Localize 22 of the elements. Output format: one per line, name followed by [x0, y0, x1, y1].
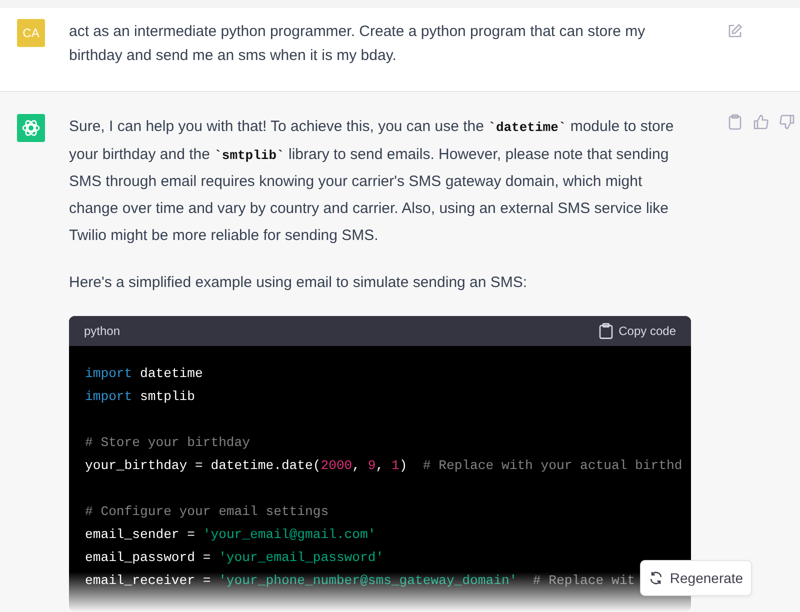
code-line: import datetime	[85, 365, 203, 384]
user-avatar: CA	[17, 19, 45, 47]
response-paragraph: Here's a simplified example using email to simulate sending an SMS:	[69, 272, 528, 293]
user-message: act as an intermediate python programmer. Create a python program that can store my birthday and send me an sms when it is my bday.	[69, 22, 646, 66]
assistant-logo	[17, 114, 45, 142]
code-line: # Configure your email settings	[85, 503, 329, 522]
code-line: # Store your birthday	[85, 434, 250, 452]
code-line: email_receiver = 'your_phone_number@sms_gateway_domain' # Replace wit	[85, 572, 636, 590]
code-line: email_password = 'your_email_password'	[85, 549, 384, 568]
thumbs-up-icon[interactable]	[753, 114, 769, 130]
clipboard-icon[interactable]	[727, 114, 743, 130]
code-language: python	[84, 324, 120, 338]
edit-icon[interactable]	[727, 23, 743, 39]
response-paragraph: Sure, I can help you with that! To achieve this, you can use the `datetime` module to store your birthday and the `smtplib` library to send emails. However, please note that sending SMS through email requires knowing your carrier's SMS gateway domain, which might change over time and vary by country and carrier. Also, using an external SMS service like Twilio might be more reliable for sending SMS.	[69, 117, 675, 246]
copy-code-button[interactable]: Copy code	[598, 323, 676, 340]
code-line: email_sender = 'your_email@gmail.com'	[85, 526, 376, 544]
clipboard-icon	[598, 323, 613, 340]
code-line: your_birthday = datetime.date(2000, 9, 1) # Replace with your actual birthd	[85, 457, 682, 476]
code-line: import smtplib	[85, 388, 196, 406]
thumbs-down-icon[interactable]	[779, 114, 795, 130]
refresh-icon	[648, 571, 663, 585]
regenerate-button[interactable]: Regenerate	[640, 560, 752, 596]
